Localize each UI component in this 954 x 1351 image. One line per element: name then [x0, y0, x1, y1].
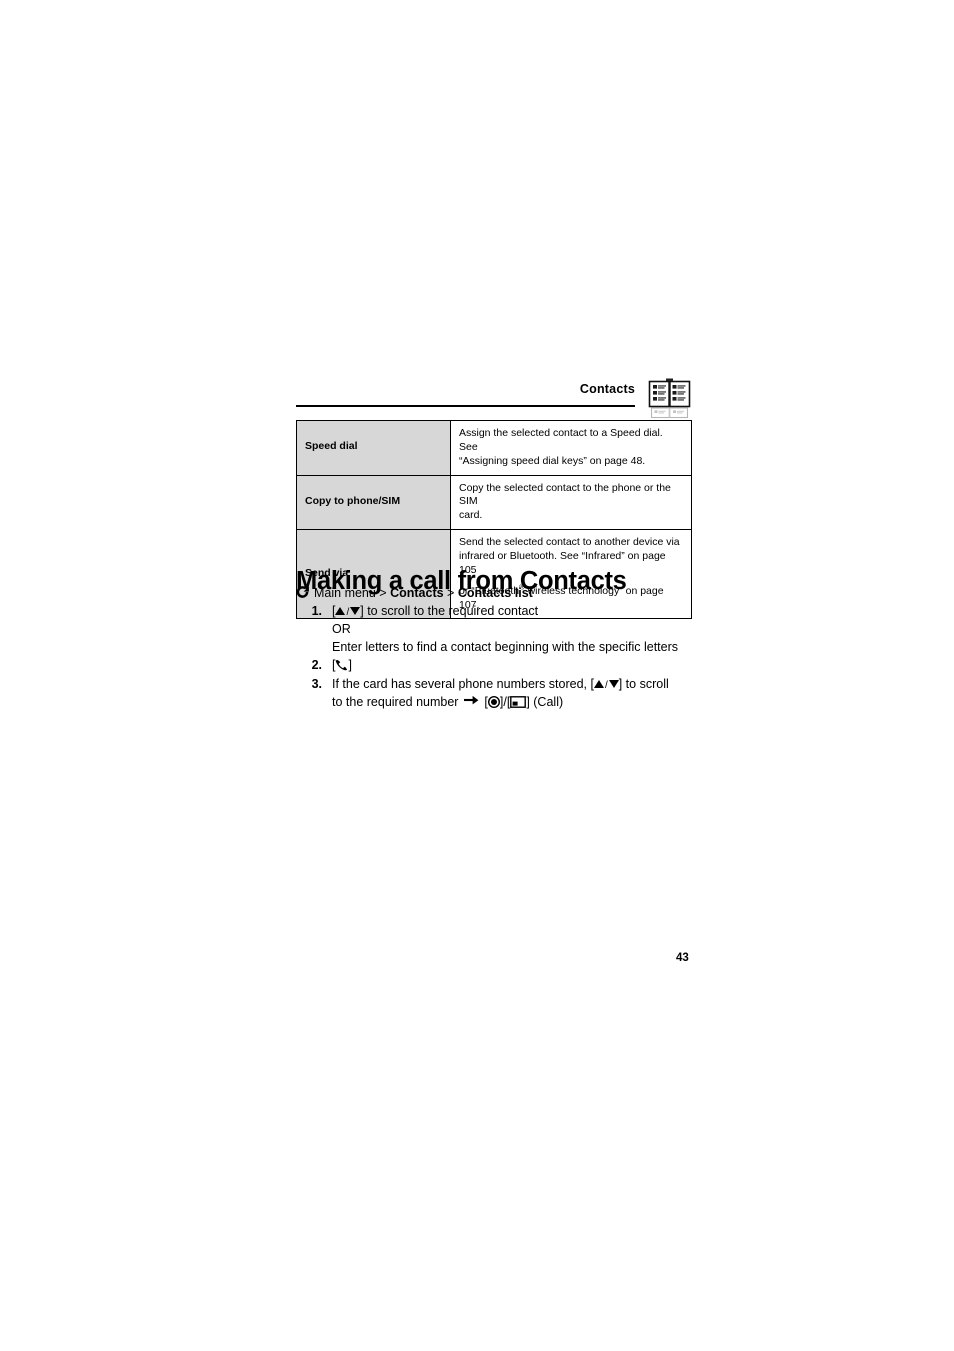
instruction-steps: 1. [/] to scroll to the required contact… — [302, 603, 694, 713]
navigation-key-bracket: / — [593, 676, 619, 694]
down-arrow-key-icon — [350, 607, 361, 615]
step-number: 3. — [311, 677, 322, 691]
breadcrumb-text: Main menu > — [314, 586, 391, 600]
step-line: [/] to scroll to the required contact — [332, 603, 694, 621]
list-item: 2. [] — [302, 657, 694, 675]
up-arrow-key-icon — [593, 680, 604, 688]
breadcrumb: Main menu > Contacts > Contacts list — [296, 585, 533, 602]
option-description-copy-to-phone-sim: Copy the selected contact to the phone o… — [450, 474, 692, 531]
header-divider-rule — [296, 405, 635, 407]
step-text: ] (Call) — [526, 694, 564, 709]
option-label-speed-dial: Speed dial — [296, 420, 451, 476]
left-soft-key-icon — [510, 695, 527, 708]
breadcrumb-item-contacts[interactable]: Contacts — [390, 586, 443, 600]
desc-line: Assign the selected contact to a Speed d… — [459, 427, 663, 453]
desc-line: “Assigning speed dial keys” on page 48. — [459, 454, 646, 467]
navigation-key-bracket: [/ — [332, 603, 361, 621]
call-key-bracket: [] — [332, 657, 352, 675]
list-item: 3. If the card has several phone numbers… — [302, 676, 694, 712]
right-arrow-icon — [463, 695, 479, 705]
step-text: ] to scroll to the required contact — [360, 604, 539, 618]
running-header: Contacts — [296, 378, 692, 419]
manual-page: Contacts Speed dial Assign the selected … — [0, 0, 954, 1351]
center-select-key-icon — [487, 695, 500, 708]
step-number: 2. — [311, 658, 322, 673]
step-line-alt: Enter letters to find a contact beginnin… — [332, 639, 679, 654]
key-separator-slash: / — [604, 680, 608, 691]
up-arrow-key-icon — [335, 607, 346, 615]
step-text: to the required number — [332, 694, 462, 709]
step-line: [] — [332, 657, 694, 675]
bracket-close: ] — [348, 658, 352, 673]
step-text: ]/[ — [499, 694, 511, 709]
desc-line: card. — [459, 509, 483, 522]
contacts-book-icon — [648, 378, 691, 419]
option-label-copy-to-phone-sim: Copy to phone/SIM — [296, 474, 451, 531]
breadcrumb-item-contacts-list[interactable]: Contacts list — [458, 586, 533, 600]
breadcrumb-separator: > — [443, 586, 458, 600]
step-number: 1. — [311, 604, 322, 618]
circular-arrow-icon — [296, 586, 309, 598]
page-number: 43 — [676, 952, 689, 964]
step-text: If the card has several phone numbers st… — [332, 677, 594, 691]
table-row: Copy to phone/SIM Copy the selected cont… — [296, 474, 692, 531]
key-separator-slash: / — [346, 607, 350, 618]
step-text: ] to scroll — [618, 677, 669, 691]
list-item: 1. [/] to scroll to the required contact… — [302, 603, 694, 656]
step-text: [ — [480, 694, 488, 709]
option-description-speed-dial: Assign the selected contact to a Speed d… — [450, 420, 692, 476]
down-arrow-key-icon — [608, 680, 619, 688]
step-line: If the card has several phone numbers st… — [332, 676, 694, 694]
running-header-title: Contacts — [579, 382, 635, 396]
desc-line: Send the selected contact to another dev… — [459, 536, 680, 549]
step-line-or: OR — [332, 621, 351, 636]
table-row: Speed dial Assign the selected contact t… — [296, 420, 692, 476]
step-line: to the required number [ ]/[ ] (Call) — [332, 694, 694, 712]
call-handset-key-icon — [336, 660, 348, 671]
desc-line: Copy the selected contact to the phone o… — [459, 481, 671, 508]
